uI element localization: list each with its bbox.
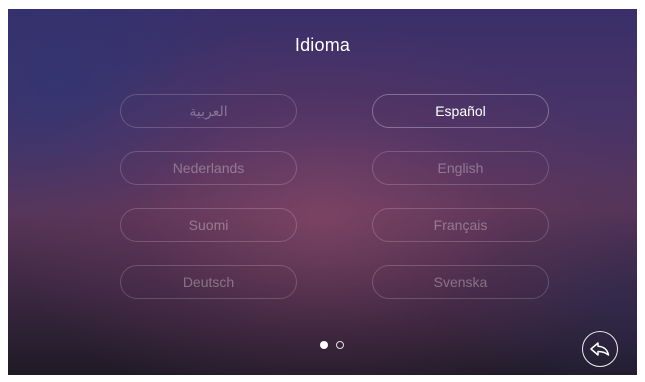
language-option-swedish[interactable]: Svenska xyxy=(372,265,549,299)
language-option-german[interactable]: Deutsch xyxy=(120,265,297,299)
page-dot-inactive[interactable] xyxy=(336,341,344,349)
page-indicator xyxy=(320,341,344,349)
page-dot-active[interactable] xyxy=(320,341,328,349)
language-option-french[interactable]: Français xyxy=(372,208,549,242)
language-option-spanish[interactable]: Español xyxy=(372,94,549,128)
page-title: Idioma xyxy=(294,35,351,55)
language-settings-screen: Idioma العربية Español Nederlands Englis… xyxy=(8,9,637,375)
back-button[interactable] xyxy=(582,331,618,367)
language-option-finnish[interactable]: Suomi xyxy=(120,208,297,242)
language-option-arabic[interactable]: العربية xyxy=(120,94,297,128)
return-arrow-icon xyxy=(590,342,610,356)
language-option-english[interactable]: English xyxy=(372,151,549,185)
language-option-dutch[interactable]: Nederlands xyxy=(120,151,297,185)
